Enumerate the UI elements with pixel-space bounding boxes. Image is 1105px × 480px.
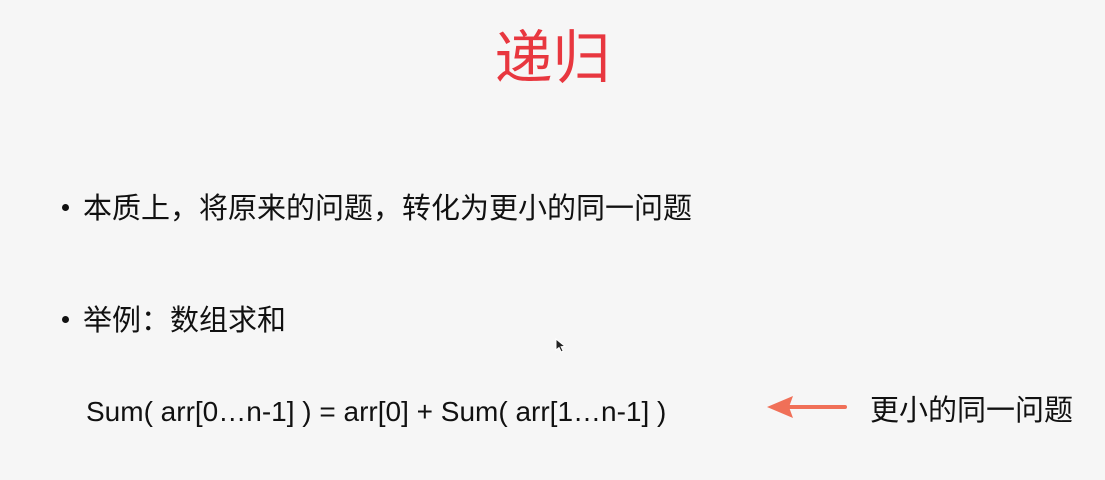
slide: 递归 本质上，将原来的问题，转化为更小的同一问题 举例：数组求和 Sum( ar… [0,0,1105,480]
slide-title: 递归 [494,24,611,92]
bullet-text: 举例：数组求和 [83,303,287,337]
left-arrow-icon [767,396,847,418]
formula-text: Sum( arr[0…n-1] ) = arr[0] + Sum( arr[1…… [86,396,667,427]
mouse-cursor-icon [555,338,567,353]
bullet-dot [62,203,69,211]
bullet-item-essence: 本质上，将原来的问题，转化为更小的同一问题 [62,188,692,228]
bullet-text: 本质上，将原来的问题，转化为更小的同一问题 [83,191,693,225]
bullet-item-example: 举例：数组求和 [62,300,286,340]
bullet-dot [62,315,69,323]
annotation-label: 更小的同一问题 [870,393,1074,427]
